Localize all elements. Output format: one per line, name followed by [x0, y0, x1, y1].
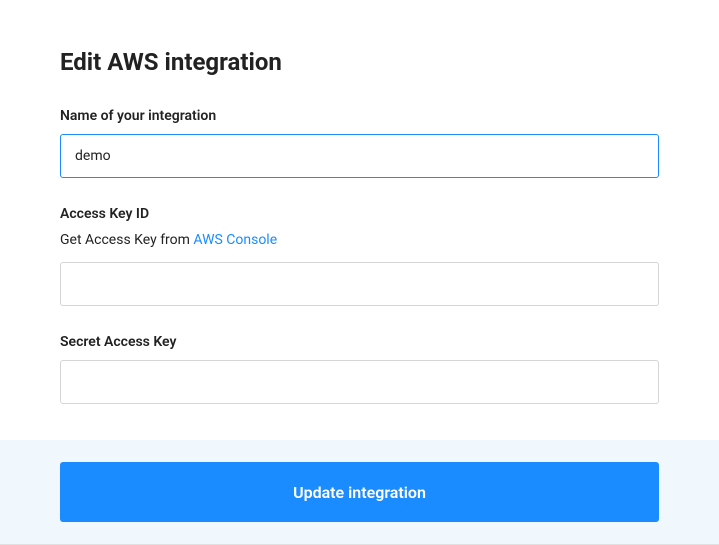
access-key-id-input[interactable]: [60, 262, 659, 306]
form-group-secret-access-key: Secret Access Key: [60, 334, 659, 404]
access-key-id-help: Get Access Key from AWS Console: [60, 232, 659, 248]
name-label: Name of your integration: [60, 108, 659, 124]
access-key-id-label: Access Key ID: [60, 206, 659, 222]
secret-access-key-input[interactable]: [60, 360, 659, 404]
form-container: Edit AWS integration Name of your integr…: [0, 0, 719, 404]
page-title: Edit AWS integration: [60, 48, 659, 76]
form-group-access-key-id: Access Key ID Get Access Key from AWS Co…: [60, 206, 659, 306]
form-group-name: Name of your integration: [60, 108, 659, 178]
name-input[interactable]: [60, 134, 659, 178]
aws-console-link[interactable]: AWS Console: [193, 232, 277, 248]
footer: Update integration: [0, 440, 719, 545]
update-integration-button[interactable]: Update integration: [60, 462, 659, 522]
access-key-id-help-prefix: Get Access Key from: [60, 232, 193, 248]
secret-access-key-label: Secret Access Key: [60, 334, 659, 350]
